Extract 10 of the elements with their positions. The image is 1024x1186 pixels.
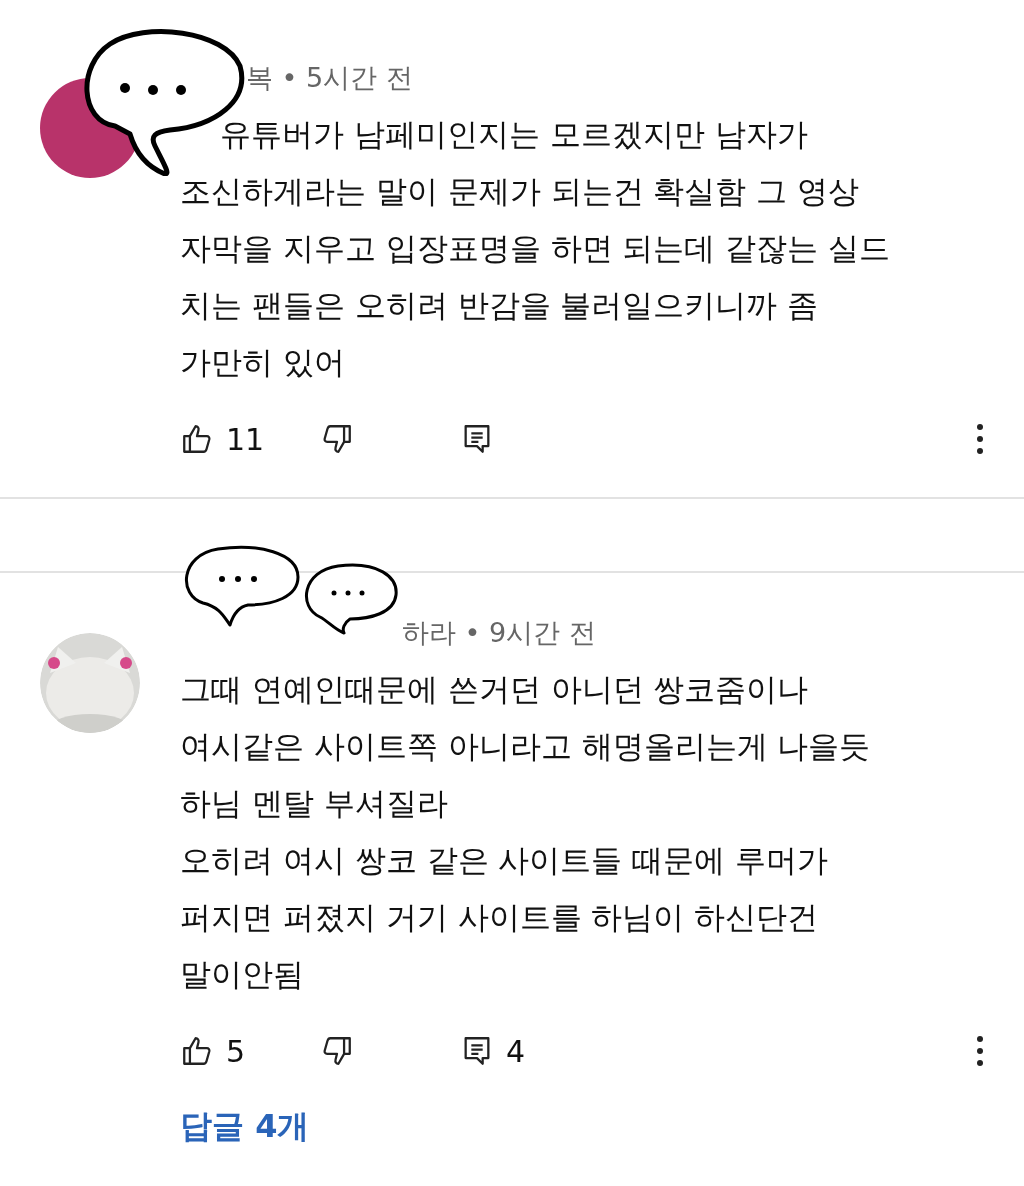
like-button[interactable]: 11: [180, 421, 320, 457]
replies-link[interactable]: 답글 4개: [180, 1105, 310, 1149]
like-button[interactable]: 5: [180, 1033, 320, 1069]
comment-text: 그때 연예인때문에 쓴거던 아니던 쌍코줌이나 여시같은 사이트쪽 아니라고 해명올리는게 나을듯 하님 멘탈 부셔질라 오히려 여시 쌍코 같은 사이트들 때문에 루머가 퍼지면 퍼졌지 거기 사이트를 하님이 하신단건 말이안됨: [180, 670, 872, 994]
comment-meta: 복 • 5시간 전: [246, 61, 414, 95]
more-icon[interactable]: [976, 423, 984, 455]
more-icon[interactable]: [976, 1035, 984, 1067]
comment-text: 유튜버가 남페미인지는 모르겠지만 남자가 조신하게라는 말이 문제가 되는건 확실함 그 영상 자막을 지우고 입장표명을 하면 되는데 같잖는 실드 치는 팬들은 오히려 반감을 불러일으키니까 좀 가만히 있어: [180, 115, 892, 382]
reply-button[interactable]: 4: [460, 1033, 526, 1069]
comment-meta: 하라 • 9시간 전: [402, 616, 597, 650]
